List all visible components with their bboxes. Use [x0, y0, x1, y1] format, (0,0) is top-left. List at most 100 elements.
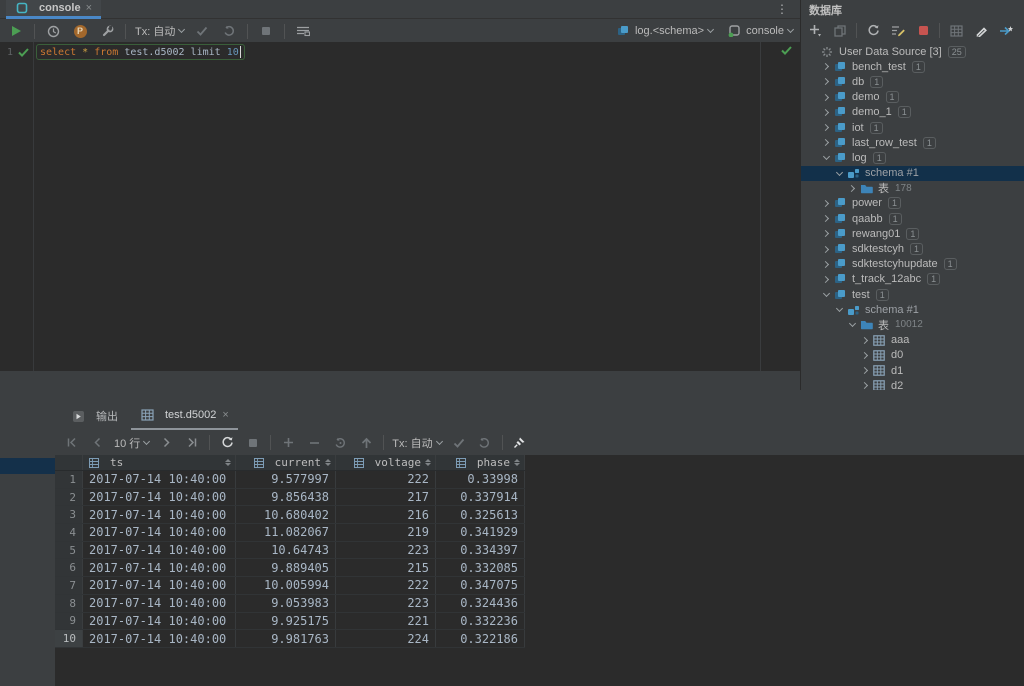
cell-phase[interactable]: 0.325613	[436, 506, 525, 523]
database-panel-header[interactable]: 数据库	[801, 0, 1024, 19]
chevron-right-icon[interactable]	[859, 349, 872, 361]
column-header-phase[interactable]: phase	[436, 455, 525, 470]
tree-item-iot[interactable]: iot1	[801, 120, 1024, 135]
reload-page-button[interactable]	[218, 435, 236, 451]
row-number-cell[interactable]: 1	[55, 471, 83, 488]
column-header-current[interactable]: current	[236, 455, 336, 470]
parameters-button[interactable]: P	[71, 23, 89, 39]
chevron-down-icon[interactable]	[833, 167, 846, 179]
tree-item-user-data-source-3-[interactable]: User Data Source [3]25	[801, 44, 1024, 59]
execution-plan-icon[interactable]	[294, 23, 312, 39]
row-number-cell[interactable]: 7	[55, 577, 83, 594]
chevron-down-icon[interactable]	[820, 152, 833, 164]
chevron-right-icon[interactable]	[820, 122, 833, 134]
cell-voltage[interactable]: 223	[336, 595, 436, 612]
row-number-cell[interactable]: 5	[55, 542, 83, 559]
cell-voltage[interactable]: 219	[336, 524, 436, 541]
tree-item-schema-1[interactable]: schema #1	[801, 166, 1024, 181]
duplicate-button[interactable]	[831, 23, 849, 39]
cell-phase[interactable]: 0.337914	[436, 489, 525, 506]
add-datasource-button[interactable]	[806, 23, 824, 39]
chevron-right-icon[interactable]	[859, 334, 872, 346]
cell-phase[interactable]: 0.33998	[436, 471, 525, 488]
tree-item-power[interactable]: power1	[801, 196, 1024, 211]
table-view-button[interactable]	[947, 23, 965, 39]
cell-voltage[interactable]: 217	[336, 489, 436, 506]
cell-current[interactable]: 10.680402	[236, 506, 336, 523]
cell-current[interactable]: 10.64743	[236, 542, 336, 559]
tree-item-schema-1[interactable]: schema #1	[801, 302, 1024, 317]
column-header-voltage[interactable]: voltage	[336, 455, 436, 470]
cell-phase[interactable]: 0.347075	[436, 577, 525, 594]
cell-phase[interactable]: 0.334397	[436, 542, 525, 559]
next-page-button[interactable]	[157, 435, 175, 451]
close-icon[interactable]: ×	[86, 3, 92, 14]
row-number-cell[interactable]: 9	[55, 613, 83, 630]
tree-item--[interactable]: 表178	[801, 181, 1024, 196]
stop-button[interactable]	[914, 23, 932, 39]
chevron-right-icon[interactable]	[820, 213, 833, 225]
schema-selector-dropdown[interactable]: log.<schema>	[616, 25, 713, 38]
rollback-button[interactable]	[220, 23, 238, 39]
cell-ts[interactable]: 2017-07-14 10:40:00	[83, 559, 236, 576]
pin-button[interactable]	[511, 435, 529, 451]
refresh-button[interactable]	[864, 23, 882, 39]
edit-data-button[interactable]	[972, 23, 990, 39]
tree-item-sdktestcyhupdate[interactable]: sdktestcyhupdate1	[801, 257, 1024, 272]
chevron-down-icon[interactable]	[833, 304, 846, 316]
chevron-down-icon[interactable]	[820, 289, 833, 301]
cell-voltage[interactable]: 224	[336, 630, 436, 647]
stop-button[interactable]	[244, 435, 262, 451]
chevron-right-icon[interactable]	[820, 137, 833, 149]
tx-mode-dropdown[interactable]: Tx: 自动	[392, 435, 441, 451]
tree-item--[interactable]: 表10012	[801, 317, 1024, 332]
cell-current[interactable]: 9.053983	[236, 595, 336, 612]
tree-item-demo-1[interactable]: demo_11	[801, 105, 1024, 120]
chevron-right-icon[interactable]	[820, 61, 833, 73]
add-row-button[interactable]	[279, 435, 297, 451]
tree-item-sdktestcyh[interactable]: sdktestcyh1	[801, 241, 1024, 256]
tree-item-bench-test[interactable]: bench_test1	[801, 59, 1024, 74]
cell-voltage[interactable]: 222	[336, 577, 436, 594]
cell-phase[interactable]: 0.322186	[436, 630, 525, 647]
chevron-right-icon[interactable]	[820, 273, 833, 285]
tree-item-qaabb[interactable]: qaabb1	[801, 211, 1024, 226]
cell-ts[interactable]: 2017-07-14 10:40:00	[83, 506, 236, 523]
cell-ts[interactable]: 2017-07-14 10:40:00	[83, 630, 236, 647]
cell-phase[interactable]: 0.324436	[436, 595, 525, 612]
chevron-right-icon[interactable]	[846, 182, 859, 194]
row-number-cell[interactable]: 2	[55, 489, 83, 506]
chevron-right-icon[interactable]	[859, 380, 872, 390]
cell-voltage[interactable]: 215	[336, 559, 436, 576]
chevron-right-icon[interactable]	[820, 258, 833, 270]
row-number-cell[interactable]: 4	[55, 524, 83, 541]
cell-voltage[interactable]: 223	[336, 542, 436, 559]
row-number-cell[interactable]: 8	[55, 595, 83, 612]
kebab-menu-icon[interactable]: ⋮	[776, 2, 788, 16]
chevron-down-icon[interactable]	[846, 319, 859, 331]
tree-item-d1[interactable]: d1	[801, 363, 1024, 378]
cell-voltage[interactable]: 222	[336, 471, 436, 488]
page-size-dropdown[interactable]: 10 行	[114, 435, 149, 451]
tree-item-last-row-test[interactable]: last_row_test1	[801, 135, 1024, 150]
tab-console[interactable]: console ×	[6, 0, 101, 19]
commit-button[interactable]	[193, 23, 211, 39]
tree-item-rewang01[interactable]: rewang011	[801, 226, 1024, 241]
tree-item-aaa[interactable]: aaa	[801, 333, 1024, 348]
tab-result-grid[interactable]: test.d5002 ×	[131, 402, 238, 430]
cell-ts[interactable]: 2017-07-14 10:40:00	[83, 595, 236, 612]
prev-page-button[interactable]	[88, 435, 106, 451]
cell-current[interactable]: 10.005994	[236, 577, 336, 594]
cell-ts[interactable]: 2017-07-14 10:40:00	[83, 471, 236, 488]
settings-wrench-icon[interactable]	[98, 23, 116, 39]
tree-item-d2[interactable]: d2	[801, 378, 1024, 390]
cell-current[interactable]: 9.577997	[236, 471, 336, 488]
tree-item-t-track-12abc[interactable]: t_track_12abc1	[801, 272, 1024, 287]
tx-mode-dropdown[interactable]: Tx: 自动	[135, 23, 184, 39]
chevron-right-icon[interactable]	[820, 228, 833, 240]
delete-row-button[interactable]	[305, 435, 323, 451]
run-button[interactable]	[7, 23, 25, 39]
cell-ts[interactable]: 2017-07-14 10:40:00	[83, 524, 236, 541]
sort-icon[interactable]	[325, 459, 331, 467]
cell-phase[interactable]: 0.332085	[436, 559, 525, 576]
